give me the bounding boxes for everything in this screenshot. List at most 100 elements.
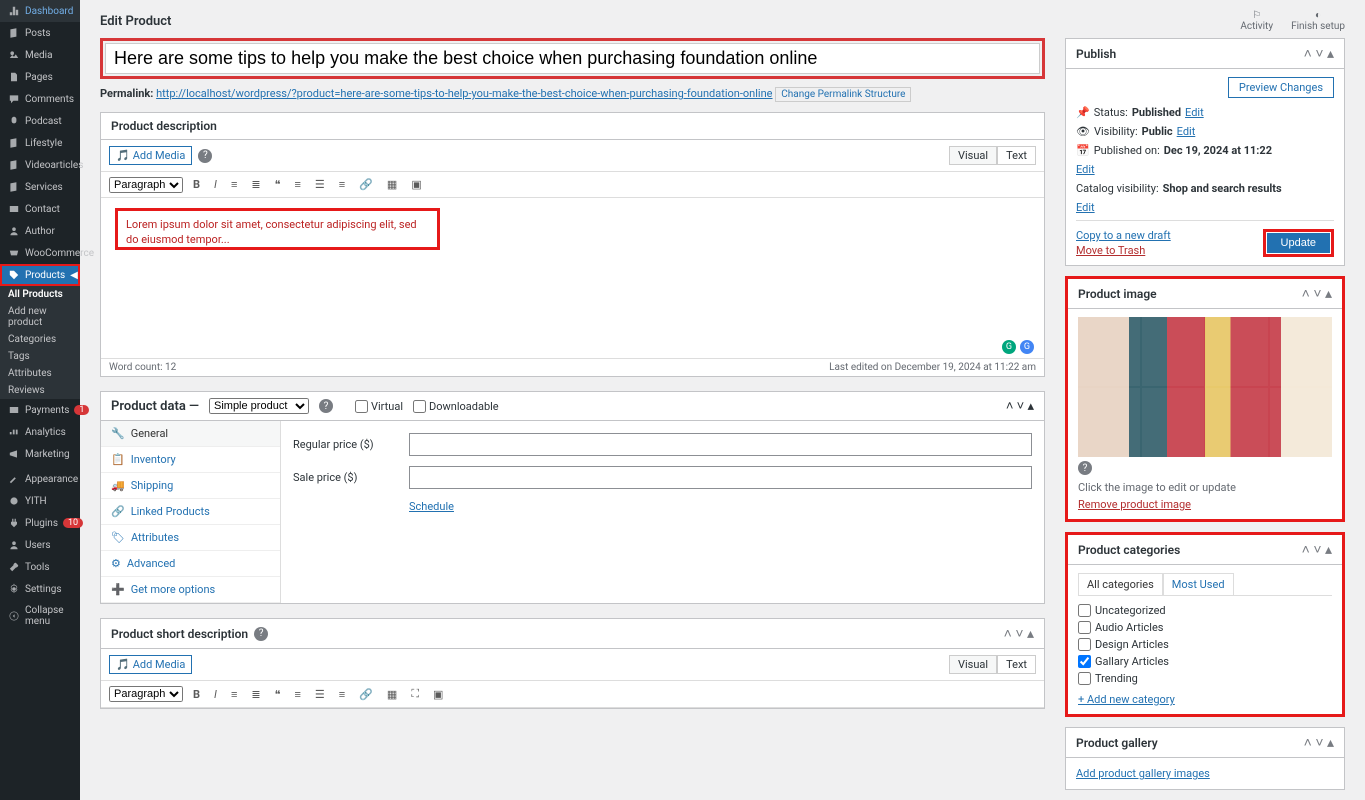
menu-analytics[interactable]: Analytics <box>0 421 80 443</box>
italic-icon[interactable]: I <box>210 176 221 193</box>
menu-posts[interactable]: Posts <box>0 22 80 44</box>
edit-catalog-link[interactable]: Edit <box>1076 201 1095 214</box>
virtual-checkbox[interactable]: Virtual <box>355 400 403 413</box>
activity-icon[interactable]: ⚐Activity <box>1240 10 1273 32</box>
regular-price-input[interactable] <box>409 433 1032 456</box>
editor-content: Lorem ipsum dolor sit amet, consectetur … <box>126 218 417 246</box>
media-icon: 🎵 <box>116 658 130 671</box>
submenu-attributes[interactable]: Attributes <box>0 365 80 382</box>
more-icon[interactable]: ▦ <box>383 176 401 193</box>
trash-link[interactable]: Move to Trash <box>1076 244 1171 257</box>
grammarly-icon[interactable]: G <box>1002 340 1016 354</box>
menu-dashboard[interactable]: Dashboard <box>0 0 80 22</box>
edit-date-link[interactable]: Edit <box>1076 163 1095 176</box>
change-permalink-button[interactable]: Change Permalink Structure <box>775 87 911 102</box>
preview-button[interactable]: Preview Changes <box>1228 77 1334 98</box>
tab-shipping[interactable]: 🚚Shipping <box>101 473 280 499</box>
word-count: Word count: 12 <box>109 362 176 373</box>
truck-icon: 🚚 <box>111 479 125 492</box>
regular-price-label: Regular price ($) <box>293 438 393 451</box>
toggle-icon[interactable]: ▣ <box>407 176 425 193</box>
product-description-panel: Product description 🎵Add Media ? Visual … <box>100 112 1045 377</box>
add-media-button[interactable]: 🎵Add Media <box>109 146 192 165</box>
menu-pages[interactable]: Pages <box>0 66 80 88</box>
add-category-link[interactable]: + Add new category <box>1078 693 1332 706</box>
panel-title: Product description <box>111 119 217 133</box>
text-tab-2[interactable]: Text <box>997 655 1036 674</box>
finish-setup-icon[interactable]: ◐Finish setup <box>1291 10 1345 32</box>
sale-price-input[interactable] <box>409 466 1032 489</box>
menu-contact[interactable]: Contact <box>0 198 80 220</box>
permalink-link[interactable]: http://localhost/wordpress/?product=here… <box>156 87 772 100</box>
calendar-icon: 📅 <box>1076 144 1090 157</box>
tab-advanced[interactable]: ⚙Advanced <box>101 551 280 577</box>
menu-products[interactable]: Products◀ <box>0 264 80 286</box>
submenu-reviews[interactable]: Reviews <box>0 382 80 399</box>
visual-tab[interactable]: Visual <box>949 146 997 165</box>
menu-payments[interactable]: Payments1 <box>0 399 80 421</box>
help-icon[interactable]: ? <box>254 627 268 641</box>
grammar-icon[interactable]: G <box>1020 340 1034 354</box>
submenu-add-new[interactable]: Add new product <box>0 303 80 331</box>
editor-body[interactable]: Lorem ipsum dolor sit amet, consectetur … <box>101 198 1044 358</box>
product-type-select[interactable]: Simple product <box>209 398 309 414</box>
align-center-icon[interactable]: ☰ <box>311 176 329 193</box>
edit-visibility-link[interactable]: Edit <box>1177 125 1196 138</box>
submenu-categories[interactable]: Categories <box>0 331 80 348</box>
add-media-button-2[interactable]: 🎵Add Media <box>109 655 192 674</box>
remove-image-link[interactable]: Remove product image <box>1078 498 1332 511</box>
quote-icon[interactable]: ❝ <box>271 176 285 193</box>
align-right-icon[interactable]: ≡ <box>335 176 349 193</box>
edit-status-link[interactable]: Edit <box>1185 106 1204 119</box>
format-select[interactable]: Paragraph <box>109 177 183 193</box>
link-icon[interactable]: 🔗 <box>355 176 377 193</box>
schedule-link[interactable]: Schedule <box>409 500 454 513</box>
product-title-input[interactable] <box>105 43 1040 74</box>
tab-attributes[interactable]: 🏷Attributes <box>101 525 280 551</box>
menu-plugins[interactable]: Plugins10 <box>0 512 80 534</box>
update-button[interactable]: Update <box>1267 233 1330 253</box>
menu-lifestyle[interactable]: Lifestyle <box>0 132 80 154</box>
menu-media[interactable]: Media <box>0 44 80 66</box>
menu-woocommerce[interactable]: WooCommerce <box>0 242 80 264</box>
category-item[interactable]: Gallary Articles <box>1078 653 1332 670</box>
downloadable-checkbox[interactable]: Downloadable <box>413 400 499 413</box>
panel-toggle-icon[interactable]: ˄ ˅ ▴ <box>1006 398 1034 414</box>
cat-tab-all[interactable]: All categories <box>1078 573 1163 595</box>
submenu-tags[interactable]: Tags <box>0 348 80 365</box>
ul-icon[interactable]: ≡ <box>227 176 241 193</box>
menu-marketing[interactable]: Marketing <box>0 443 80 465</box>
copy-draft-link[interactable]: Copy to a new draft <box>1076 229 1171 242</box>
inventory-icon: 📋 <box>111 453 125 466</box>
format-select-2[interactable]: Paragraph <box>109 686 183 702</box>
tab-more[interactable]: ➕Get more options <box>101 577 280 603</box>
menu-yith[interactable]: YITH <box>0 490 80 512</box>
tab-general[interactable]: 🔧General <box>101 421 280 447</box>
add-gallery-link[interactable]: Add product gallery images <box>1076 767 1210 780</box>
menu-services[interactable]: Services <box>0 176 80 198</box>
category-item[interactable]: Design Articles <box>1078 636 1332 653</box>
menu-videoarticles[interactable]: Videoarticles <box>0 154 80 176</box>
category-item[interactable]: Audio Articles <box>1078 619 1332 636</box>
menu-author[interactable]: Author <box>0 220 80 242</box>
visual-tab-2[interactable]: Visual <box>949 655 997 674</box>
menu-appearance[interactable]: Appearance <box>0 465 80 490</box>
menu-podcast[interactable]: Podcast <box>0 110 80 132</box>
submenu-all-products[interactable]: All Products <box>0 286 80 303</box>
ol-icon[interactable]: ≣ <box>247 176 264 193</box>
help-icon[interactable]: ? <box>319 399 333 413</box>
help-icon[interactable]: ? <box>198 149 212 163</box>
cat-tab-most[interactable]: Most Used <box>1163 573 1234 595</box>
product-image-thumb[interactable] <box>1078 317 1332 457</box>
text-tab[interactable]: Text <box>997 146 1036 165</box>
tab-linked[interactable]: 🔗Linked Products <box>101 499 280 525</box>
menu-tools[interactable]: Tools <box>0 556 80 578</box>
menu-users[interactable]: Users <box>0 534 80 556</box>
align-left-icon[interactable]: ≡ <box>291 176 305 193</box>
category-item[interactable]: Trending <box>1078 670 1332 687</box>
menu-comments[interactable]: Comments <box>0 88 80 110</box>
bold-icon[interactable]: B <box>189 176 204 193</box>
short-description-panel: Product short description?˄ ˅ ▴ 🎵Add Med… <box>100 618 1045 709</box>
menu-settings[interactable]: Settings <box>0 578 80 600</box>
tab-inventory[interactable]: 📋Inventory <box>101 447 280 473</box>
